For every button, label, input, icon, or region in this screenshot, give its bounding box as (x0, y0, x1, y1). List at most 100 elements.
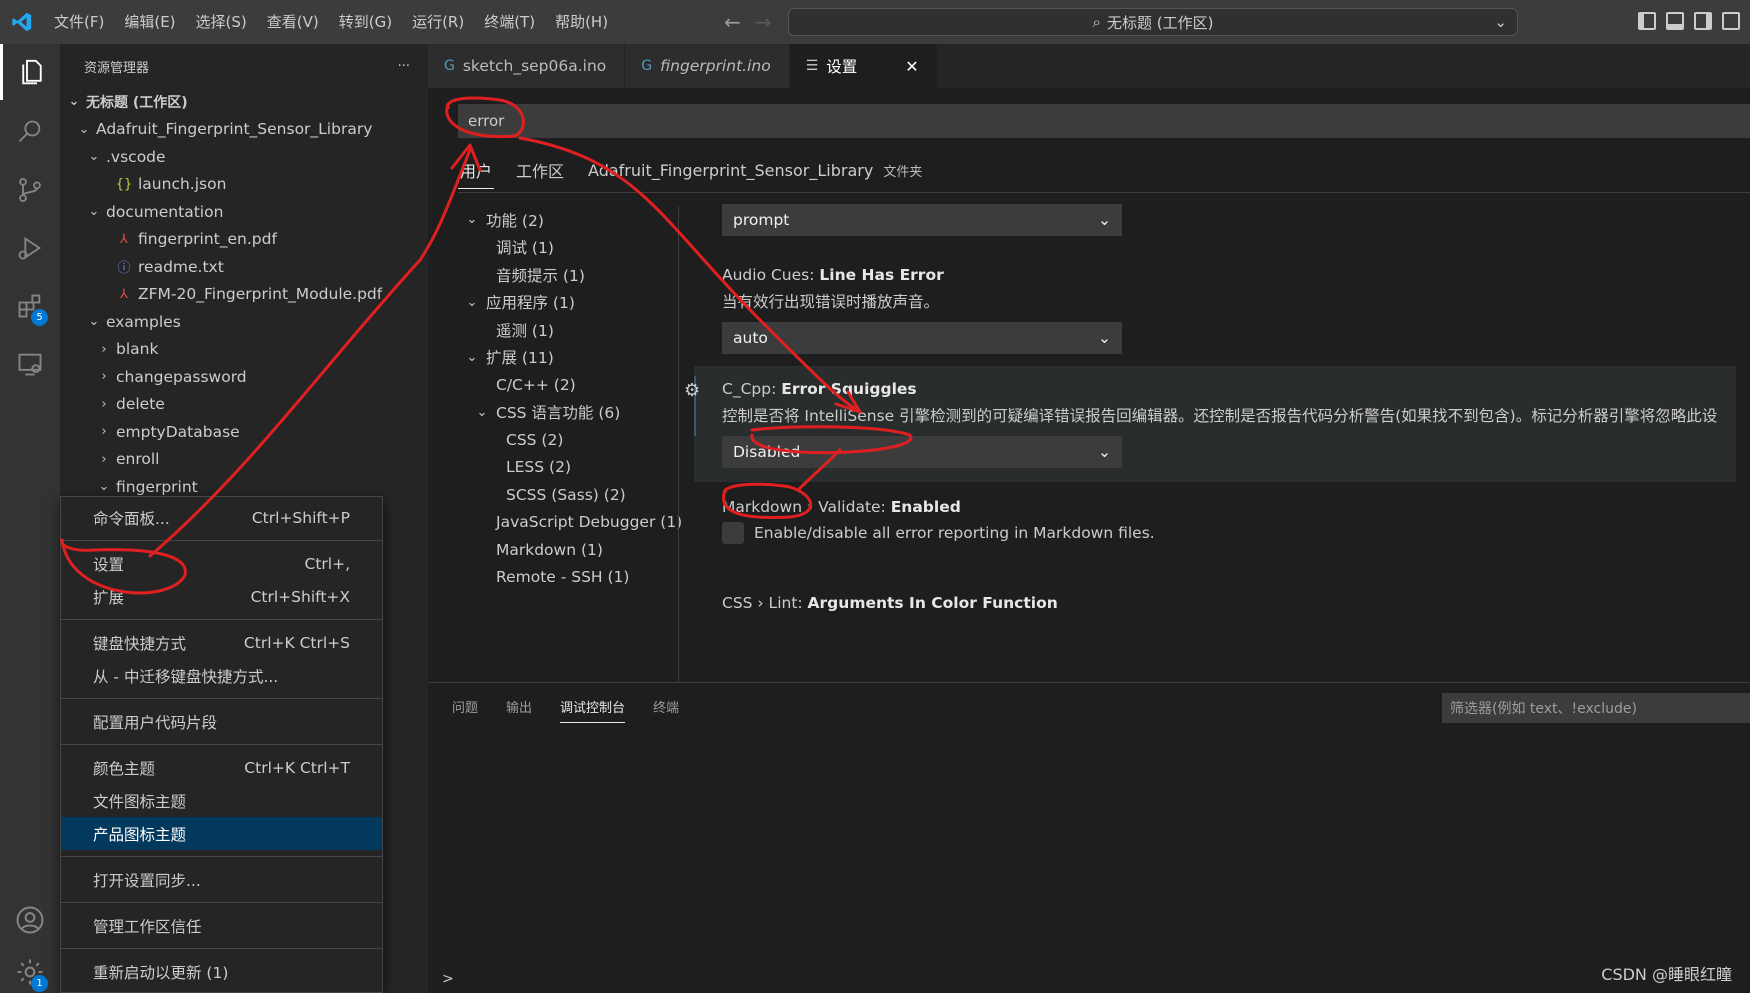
menu-item[interactable]: 帮助(H) (545, 0, 618, 44)
tab-folder-suffix: 文件夹 (883, 164, 923, 180)
toc-label: 扩展 (11) (486, 349, 554, 368)
tab-workspace[interactable]: 工作区 (514, 152, 566, 188)
context-menu-item[interactable]: 打开设置同步... (61, 863, 382, 896)
info-file-icon: ⓘ (117, 261, 131, 277)
toc-label: 音频提示 (1) (496, 266, 585, 285)
tree-folder[interactable]: › emptyDatabase (60, 418, 428, 446)
tree-folder[interactable]: ⌄ documentation (60, 198, 428, 226)
tree-folder[interactable]: ⌄ Adafruit_Fingerprint_Sensor_Library (60, 116, 428, 144)
context-menu-item[interactable]: 颜色主题 Ctrl+K Ctrl+T (61, 751, 382, 784)
setting-gear-icon[interactable]: ⚙ (684, 380, 700, 401)
tree-file[interactable]: ⅄ fingerprint_en.pdf (60, 226, 428, 254)
menu-item[interactable]: 转到(G) (329, 0, 402, 44)
context-menu-item[interactable]: 设置 Ctrl+, (61, 547, 382, 580)
chevron-right-icon: › (101, 369, 107, 385)
menu-item[interactable]: 查看(V) (257, 0, 329, 44)
tab-folder[interactable]: Adafruit_Fingerprint_Sensor_Library (586, 155, 875, 186)
toggle-secondary-sidebar-icon[interactable] (1694, 12, 1712, 30)
menu-separator (61, 744, 382, 745)
extensions-icon[interactable]: 5 (0, 278, 60, 334)
menu-item[interactable]: 运行(R) (402, 0, 474, 44)
tree-folder[interactable]: ⌄ examples (60, 308, 428, 336)
tree-label: launch.json (138, 175, 227, 194)
toc-label: 应用程序 (1) (486, 294, 575, 313)
settings-search-input[interactable]: error (458, 104, 1750, 138)
chevron-down-icon: ⌄ (1098, 443, 1111, 461)
back-arrow-icon[interactable]: ← (724, 10, 741, 34)
tree-folder[interactable]: › enroll (60, 446, 428, 474)
panel-tab[interactable]: 终端 (653, 697, 679, 723)
tree-label: fingerprint (116, 477, 198, 496)
menu-item[interactable]: 编辑(E) (114, 0, 185, 44)
markdown-validate-checkbox[interactable] (722, 522, 744, 544)
menu-item-shortcut: Ctrl+Shift+X (250, 587, 350, 606)
chevron-down-icon: ⌄ (466, 349, 478, 365)
tree-file[interactable]: ⅄ ZFM-20_Fingerprint_Module.pdf (60, 281, 428, 309)
menu-item-label: 重新启动以更新 (1) (93, 963, 229, 982)
chevron-down-icon[interactable]: ⌄ (1494, 13, 1507, 31)
panel-tab[interactable]: 输出 (506, 697, 532, 723)
tree-file[interactable]: ⓘ readme.txt (60, 253, 428, 281)
settings-list: prompt ⌄ Audio Cues: Line Has Error 当有效行… (684, 192, 1750, 682)
tree-folder[interactable]: › changepassword (60, 363, 428, 391)
file-tree: ⌄ 无标题 (工作区) ⌄ Adafruit_Fingerprint_Sensor_L… (60, 88, 428, 501)
tree-label: readme.txt (138, 257, 224, 276)
toggle-panel-icon[interactable] (1666, 12, 1684, 30)
menu-item[interactable]: 选择(S) (186, 0, 257, 44)
remote-explorer-icon[interactable] (0, 336, 60, 392)
context-menu-item[interactable]: 命令面板... Ctrl+Shift+P (61, 501, 382, 534)
menu-item[interactable]: 终端(T) (474, 0, 545, 44)
panel-filter-input[interactable]: 筛选器(例如 text、!exclude) (1442, 693, 1750, 723)
tree-folder[interactable]: › delete (60, 391, 428, 419)
manage-gear-icon[interactable]: 1 (0, 944, 60, 993)
explorer-icon[interactable] (0, 44, 60, 100)
tree-label: delete (116, 395, 165, 414)
tree-label: changepassword (116, 367, 247, 386)
more-actions-icon[interactable]: ··· (398, 59, 410, 74)
filter-placeholder: 筛选器(例如 text、!exclude) (1450, 701, 1637, 717)
tree-folder[interactable]: ⌄ 无标题 (工作区) (60, 88, 428, 116)
panel-tab[interactable]: 调试控制台 (560, 697, 626, 723)
accounts-icon[interactable] (0, 892, 60, 948)
context-menu-item[interactable]: 从 - 中迁移键盘快捷方式... (61, 659, 382, 692)
tree-label: 无标题 (工作区) (86, 94, 188, 111)
manage-badge: 1 (31, 975, 48, 992)
previous-setting-select[interactable]: prompt ⌄ (722, 204, 1122, 236)
panel-tabs: 问题 输出 调试控制台 终端 (452, 697, 679, 723)
run-debug-icon[interactable] (0, 220, 60, 276)
editor-tab[interactable]: ☰ 设置 ✕ (789, 44, 938, 88)
context-menu-item[interactable]: 重新启动以更新 (1) (61, 955, 382, 988)
tree-folder[interactable]: › blank (60, 336, 428, 364)
tab-user[interactable]: 用户 (458, 152, 495, 189)
arduino-file-icon: G (444, 58, 455, 74)
search-icon[interactable] (0, 104, 60, 160)
context-menu-item[interactable]: 产品图标主题 (61, 817, 382, 850)
menu-bar: 文件(F) 编辑(E) 选择(S) 查看(V) 转到(G) 运行(R) 终端(T) 帮助(H) (44, 0, 618, 44)
tree-label: emptyDatabase (116, 422, 240, 441)
error-squiggles-select[interactable]: Disabled ⌄ (722, 436, 1122, 468)
menu-item[interactable]: 文件(F) (44, 0, 114, 44)
chevron-down-icon: ⌄ (476, 404, 488, 420)
context-menu-item[interactable]: 扩展 Ctrl+Shift+X (61, 580, 382, 613)
audio-cue-select[interactable]: auto ⌄ (722, 322, 1122, 354)
context-menu-item[interactable]: 文件图标主题 (61, 784, 382, 817)
customize-layout-icon[interactable] (1722, 12, 1740, 30)
editor-tab[interactable]: Gfingerprint.ino (625, 44, 790, 88)
panel-tab[interactable]: 问题 (452, 697, 478, 723)
source-control-icon[interactable] (0, 162, 60, 218)
editor-tabs: Gsketch_sep06a.ino Gfingerprint.ino ☰ 设置 ✕ (428, 44, 1750, 88)
forward-arrow-icon[interactable]: → (755, 10, 772, 34)
close-icon[interactable]: ✕ (905, 57, 918, 76)
setting-error-squiggles: ⚙ C_Cpp: Error Squiggles 控制是否将 IntelliSe… (684, 366, 1736, 482)
toggle-sidebar-icon[interactable] (1638, 12, 1656, 30)
chevron-down-icon: ⌄ (98, 479, 110, 495)
tree-folder[interactable]: ⌄ .vscode (60, 143, 428, 171)
menu-separator (61, 902, 382, 903)
editor-tab[interactable]: Gsketch_sep06a.ino (428, 44, 626, 88)
context-menu-item[interactable]: 键盘快捷方式 Ctrl+K Ctrl+S (61, 626, 382, 659)
command-center-search[interactable]: ⌕ 无标题 (工作区) ⌄ (788, 8, 1518, 36)
tree-file[interactable]: {} launch.json (60, 171, 428, 199)
context-menu-item[interactable]: 配置用户代码片段 (61, 705, 382, 738)
context-menu-item[interactable]: 管理工作区信任 (61, 909, 382, 942)
layout-controls (1638, 12, 1740, 30)
